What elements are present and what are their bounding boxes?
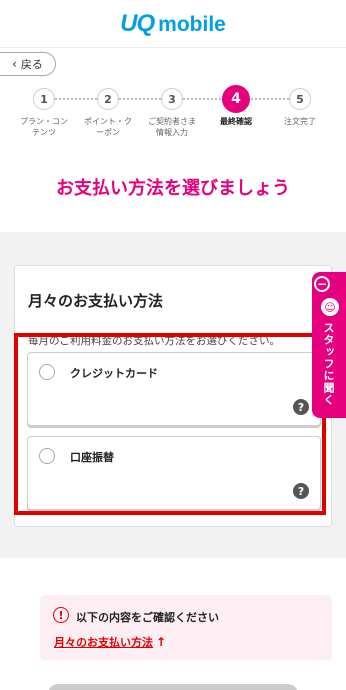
progress-stepper: 1 プラン・コン テンツ 2 ポイント・ク ーポン 3 ご契約者さま 情報入力 … [0, 84, 346, 144]
payment-method-link[interactable]: 月々のお支払い方法 ↑ [54, 634, 166, 650]
help-icon[interactable]: ? [293, 483, 309, 499]
ask-staff-label: スタッフに聞く [322, 322, 335, 406]
step-5-label: 注文完了 [284, 117, 316, 126]
warning-icon: ! [53, 607, 69, 623]
step-1: 1 プラン・コン テンツ [9, 88, 79, 138]
credit-card-radio[interactable] [39, 364, 55, 380]
confirmation-alert: ! 以下の内容をご確認ください 月々のお支払い方法 ↑ [40, 595, 332, 660]
payment-method-description: 毎月のご利用料金のお支払い方法をお選びください。 [28, 335, 280, 347]
payment-method-title: 月々のお支払い方法 [28, 292, 164, 310]
credit-card-label: クレジットカード [70, 367, 158, 380]
step-1-number: 1 [33, 88, 55, 110]
step-2-label: ポイント・ク ーポン [84, 117, 132, 138]
bank-transfer-radio[interactable] [39, 448, 55, 464]
payment-method-card: 月々のお支払い方法 毎月のご利用料金のお支払い方法をお選びください。 クレジット… [14, 265, 332, 527]
headset-icon: ☺ [321, 298, 339, 316]
step-2: 2 ポイント・ク ーポン [73, 88, 143, 138]
next-button[interactable] [48, 684, 298, 690]
back-button[interactable]: ‹ 戻る [0, 52, 56, 76]
ask-staff-tab[interactable]: − ☺ スタッフに聞く [312, 272, 346, 418]
step-4: 4 最終確認 [201, 85, 271, 127]
help-icon[interactable]: ? [293, 399, 309, 415]
step-3-number: 3 [161, 88, 183, 110]
step-2-number: 2 [97, 88, 119, 110]
page-title: お支払い方法を選びましょう [56, 178, 290, 199]
step-4-label: 最終確認 [220, 117, 252, 126]
arrow-up-icon: ↑ [156, 635, 167, 649]
logo-uq-text: UQ [120, 9, 155, 37]
back-label: 戻る [20, 58, 43, 71]
chevron-left-icon: ‹ [12, 57, 17, 71]
payment-option-bank-transfer[interactable]: 口座振替 ? [27, 436, 321, 510]
step-5: 5 注文完了 [265, 88, 335, 127]
step-4-number: 4 [222, 85, 250, 113]
step-5-number: 5 [289, 88, 311, 110]
step-3-label: ご契約者さま 情報入力 [148, 117, 196, 138]
minimize-icon[interactable]: − [314, 276, 330, 292]
step-1-label: プラン・コン テンツ [20, 117, 68, 138]
step-3: 3 ご契約者さま 情報入力 [137, 88, 207, 138]
alert-message: 以下の内容をご確認ください [76, 611, 219, 624]
logo-mobile-text: mobile [158, 12, 226, 36]
bank-transfer-label: 口座振替 [70, 451, 114, 464]
payment-option-credit-card[interactable]: クレジットカード ? [27, 352, 321, 426]
uq-mobile-logo[interactable]: UQ mobile [120, 10, 226, 38]
header: UQ mobile [0, 0, 346, 48]
payment-method-link-label: 月々のお支払い方法 [54, 636, 153, 649]
